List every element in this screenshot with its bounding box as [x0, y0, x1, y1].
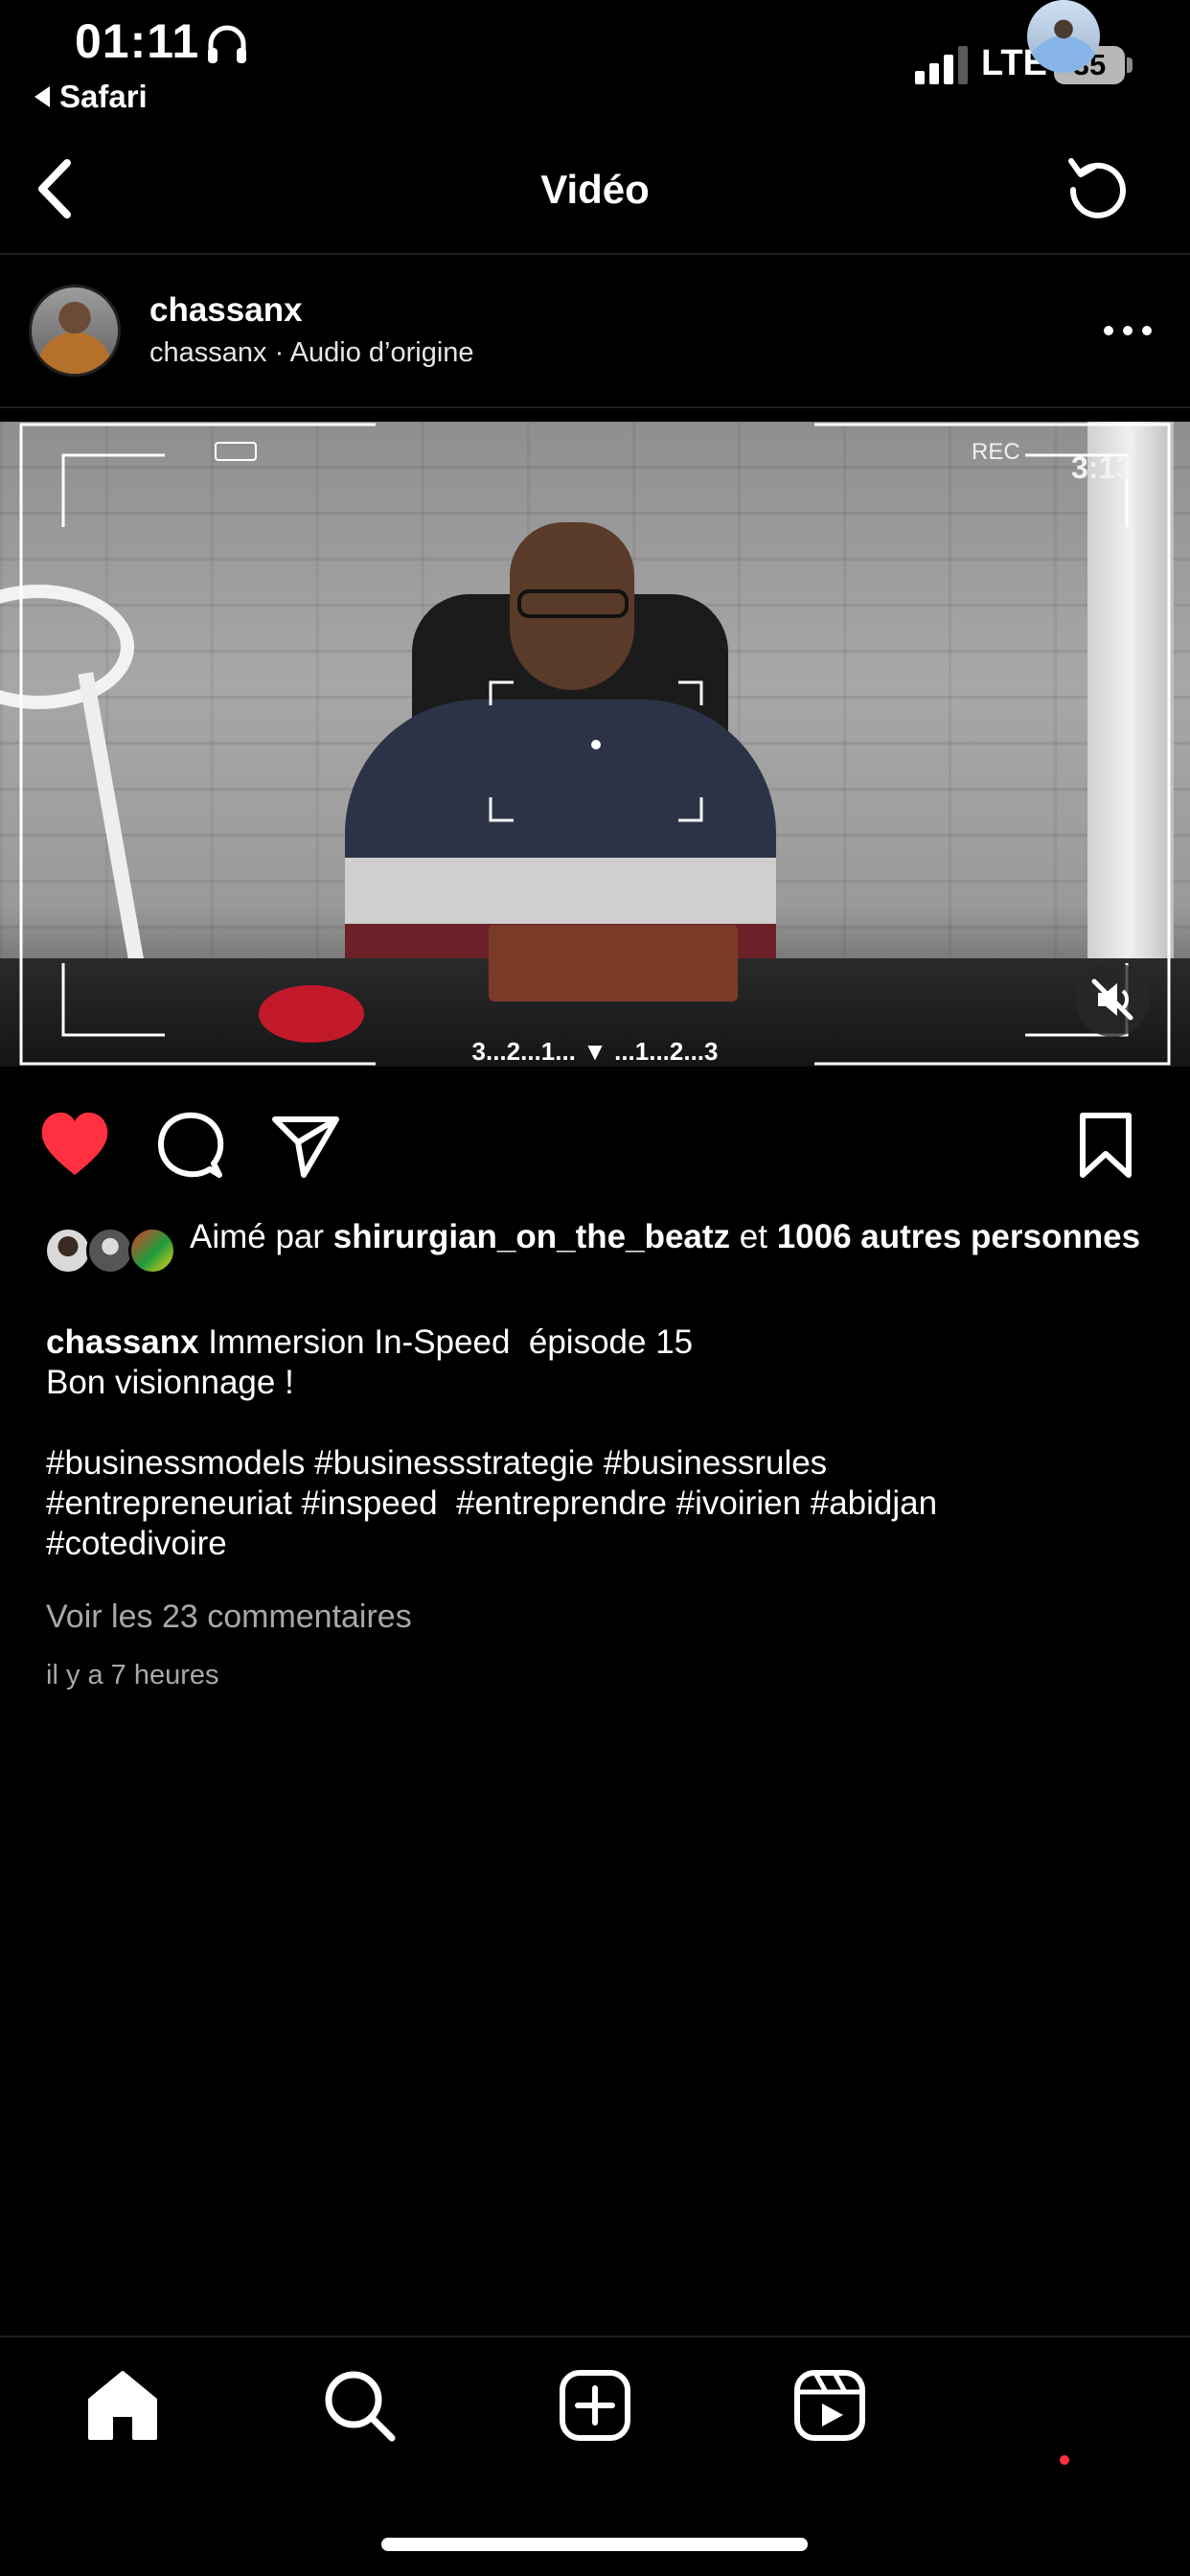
liker-avatar[interactable]: [44, 1227, 92, 1275]
video-time: 3:13: [1071, 450, 1133, 485]
video-player[interactable]: [0, 422, 1190, 1067]
battery-tip: [1127, 58, 1133, 73]
more-options-icon[interactable]: [1100, 316, 1156, 345]
home-icon[interactable]: [84, 2367, 161, 2444]
liker-username[interactable]: shirurgian_on_the_beatz: [333, 1218, 730, 1255]
post-divider: [0, 406, 1190, 408]
likes-middle: et: [730, 1218, 777, 1255]
heart-icon[interactable]: [38, 1110, 111, 1179]
mute-button[interactable]: [1075, 962, 1150, 1037]
liker-avatar[interactable]: [128, 1227, 176, 1275]
post-timestamp: il y a 7 heures: [46, 1660, 219, 1690]
status-time: 01:11: [75, 14, 200, 68]
liker-avatar[interactable]: [86, 1227, 134, 1275]
post-caption: chassanx Immersion In-Speed épisode 15 B…: [46, 1322, 1157, 1564]
back-triangle-icon: [34, 86, 50, 107]
reels-icon[interactable]: [791, 2367, 868, 2444]
camera-frame-overlay: [19, 423, 1171, 1066]
back-app-label: Safari: [59, 79, 148, 114]
video-rec-label: REC: [972, 439, 1020, 465]
comment-icon[interactable]: [156, 1112, 225, 1181]
header-divider: [0, 253, 1190, 255]
author-name[interactable]: chassanx: [149, 291, 303, 330]
back-to-safari-button[interactable]: Safari: [34, 79, 148, 115]
likes-others[interactable]: 1006 autres personnes: [777, 1218, 1140, 1255]
author-avatar[interactable]: [29, 285, 121, 377]
share-icon[interactable]: [271, 1114, 340, 1179]
bookmark-icon[interactable]: [1077, 1112, 1134, 1179]
nav-divider: [0, 2335, 1190, 2337]
signal-icon: [915, 46, 968, 84]
view-comments-link[interactable]: Voir les 23 commentaires: [46, 1598, 412, 1636]
likes-prefix: Aimé par: [190, 1218, 333, 1255]
headphones-icon: [208, 25, 246, 63]
video-countdown: 3...2...1... ▼ ...1...2...3: [471, 1037, 719, 1066]
notification-dot: [1060, 2455, 1069, 2465]
page-title: Vidéo: [540, 167, 650, 212]
muted-speaker-icon: [1091, 978, 1133, 1021]
refresh-icon[interactable]: [1064, 153, 1133, 222]
likes-summary[interactable]: Aimé par shirurgian_on_the_beatz et 1006…: [190, 1217, 1157, 1257]
caption-author[interactable]: chassanx: [46, 1323, 199, 1361]
create-icon[interactable]: [557, 2367, 633, 2444]
profile-avatar[interactable]: [1027, 0, 1100, 73]
home-indicator[interactable]: [381, 2538, 808, 2551]
search-icon[interactable]: [321, 2367, 398, 2444]
author-audio-subtitle[interactable]: chassanx · Audio d’origine: [149, 337, 474, 369]
